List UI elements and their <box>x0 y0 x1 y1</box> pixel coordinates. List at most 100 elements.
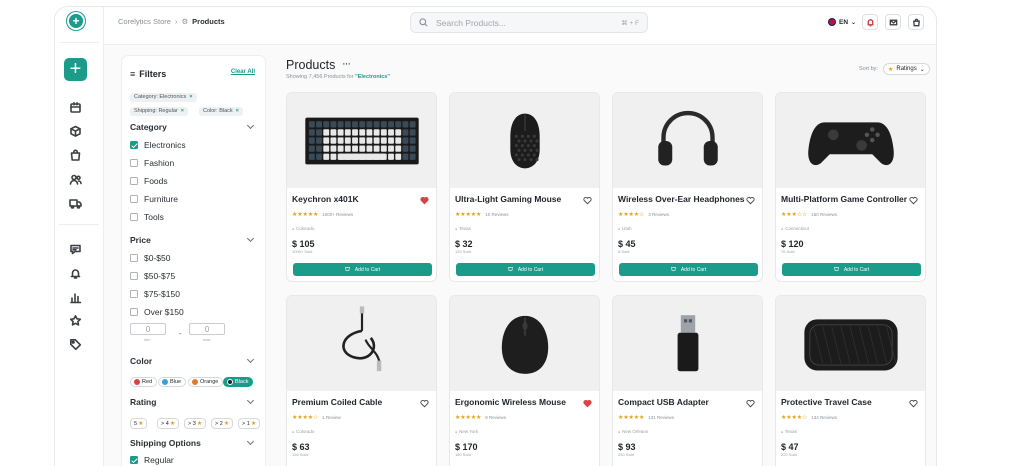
product-name[interactable]: Protective Travel Case <box>781 397 872 407</box>
add-to-cart-button[interactable]: Add to Cart <box>619 263 758 276</box>
add-to-cart-button[interactable]: Add to Cart <box>782 263 921 276</box>
checkbox[interactable] <box>130 213 138 221</box>
rating-option[interactable]: > 3 ★ <box>184 418 207 429</box>
price-option[interactable]: Over $150 <box>130 307 184 317</box>
review-count[interactable]: 134 Reviews <box>811 415 837 420</box>
heart-icon[interactable] <box>909 395 918 408</box>
notifications-button[interactable] <box>862 14 878 30</box>
review-count[interactable]: 8 Reviews <box>485 415 506 420</box>
nav-users-button[interactable] <box>69 173 82 186</box>
nav-bar-chart-button[interactable] <box>69 291 82 304</box>
close-icon[interactable]: × <box>189 94 192 100</box>
color-option[interactable]: Orange <box>188 377 224 387</box>
product-name[interactable]: Wireless Over-Ear Headphones <box>618 194 745 204</box>
chevron-down-icon[interactable] <box>246 355 255 364</box>
checkbox[interactable] <box>130 456 138 464</box>
color-option[interactable]: Red <box>130 377 158 387</box>
checkbox[interactable] <box>130 141 138 149</box>
rating-option[interactable]: > 4 ★ <box>157 418 180 429</box>
category-option[interactable]: Electronics <box>130 140 186 150</box>
product-image[interactable] <box>776 93 925 188</box>
review-count[interactable]: 10 Reviews <box>485 212 508 217</box>
review-count[interactable]: 1000+ Reviews <box>322 212 353 217</box>
review-count[interactable]: 3 Reviews <box>648 212 669 217</box>
product-name[interactable]: Premium Coiled Cable <box>292 397 382 407</box>
rating-option[interactable]: 5 ★ <box>130 418 148 429</box>
heart-icon[interactable] <box>420 395 429 408</box>
add-to-cart-button[interactable]: Add to Cart <box>293 263 432 276</box>
product-card[interactable]: Premium Coiled Cable ★★★★☆ 1 Review ● Colora… <box>286 295 437 466</box>
checkbox[interactable] <box>130 254 138 262</box>
price-option[interactable]: $75-$150 <box>130 289 180 299</box>
product-image[interactable] <box>613 93 762 188</box>
product-image[interactable] <box>450 93 599 188</box>
nav-box-button[interactable] <box>69 125 82 138</box>
active-filter-chip[interactable]: Shipping: Regular × <box>130 107 188 116</box>
price-min-input[interactable]: 0 <box>130 323 166 335</box>
nav-chat-button[interactable] <box>69 243 82 256</box>
price-option[interactable]: $0-$50 <box>130 253 170 263</box>
nav-bell-button[interactable] <box>69 267 82 280</box>
heart-filled-icon[interactable] <box>420 192 429 205</box>
category-option[interactable]: Furniture <box>130 194 178 204</box>
chevron-down-icon[interactable] <box>246 396 255 405</box>
more-options-icon[interactable]: ··· <box>342 58 351 70</box>
create-new-button[interactable]: + <box>64 58 87 81</box>
product-image[interactable] <box>287 93 436 188</box>
breadcrumb-root[interactable]: Corelytics Store <box>118 17 171 26</box>
heart-icon[interactable] <box>583 192 592 205</box>
sort-select[interactable]: ★ Ratings ⌄ <box>883 63 930 75</box>
category-option[interactable]: Tools <box>130 212 164 222</box>
clear-all-link[interactable]: Clear All <box>231 69 255 75</box>
price-max-input[interactable]: 0 <box>189 323 225 335</box>
shipping-option[interactable]: Regular <box>130 455 174 465</box>
chevron-down-icon[interactable] <box>246 234 255 243</box>
review-count[interactable]: 150 Reviews <box>811 212 837 217</box>
checkbox[interactable] <box>130 159 138 167</box>
active-filter-chip[interactable]: Category: Electronics × <box>130 93 197 102</box>
search-input[interactable]: Search Products... ⌘ + F <box>410 12 648 33</box>
product-image[interactable] <box>613 296 762 391</box>
category-option[interactable]: Foods <box>130 176 168 186</box>
cart-button[interactable] <box>908 14 924 30</box>
nav-star-button[interactable] <box>69 314 82 327</box>
product-card[interactable]: Ultra-Light Gaming Mouse ★★★★★ 10 Reviews ●… <box>449 92 600 282</box>
active-filter-chip[interactable]: Color: Black × <box>199 107 243 116</box>
product-card[interactable]: Protective Travel Case ★★★★☆ 134 Reviews ● T… <box>775 295 926 466</box>
logo[interactable]: + <box>66 11 86 31</box>
nav-shopping-bag-button[interactable] <box>69 149 82 162</box>
product-name[interactable]: Ultra-Light Gaming Mouse <box>455 194 561 204</box>
product-card[interactable]: Keychron x401K ★★★★★ 1000+ Reviews ● Colorad… <box>286 92 437 282</box>
nav-calendar-button[interactable] <box>69 101 82 114</box>
language-selector[interactable]: EN ⌄ <box>828 18 856 26</box>
heart-icon[interactable] <box>909 192 918 205</box>
product-card[interactable]: Ergonomic Wireless Mouse ★★★★★ 8 Reviews ● N… <box>449 295 600 466</box>
product-image[interactable] <box>287 296 436 391</box>
chevron-down-icon[interactable] <box>246 437 255 446</box>
checkbox[interactable] <box>130 195 138 203</box>
color-option[interactable]: Blue <box>158 377 187 387</box>
product-image[interactable] <box>450 296 599 391</box>
close-icon[interactable]: × <box>236 108 239 114</box>
product-image[interactable] <box>776 296 925 391</box>
product-card[interactable]: Multi-Platform Game Controller ★★★☆☆ 150 R… <box>775 92 926 282</box>
review-count[interactable]: 1 Review <box>322 415 341 420</box>
category-option[interactable]: Fashion <box>130 158 174 168</box>
product-card[interactable]: Compact USB Adapter ★★★★★ 131 Reviews ● New … <box>612 295 763 466</box>
add-to-cart-button[interactable]: Add to Cart <box>456 263 595 276</box>
rating-option[interactable]: > 1 ★ <box>238 418 261 429</box>
heart-icon[interactable] <box>746 395 755 408</box>
product-name[interactable]: Multi-Platform Game Controller <box>781 194 907 204</box>
checkbox[interactable] <box>130 272 138 280</box>
nav-tag-button[interactable] <box>69 338 82 351</box>
rating-option[interactable]: > 2 ★ <box>211 418 234 429</box>
price-option[interactable]: $50-$75 <box>130 271 175 281</box>
product-name[interactable]: Ergonomic Wireless Mouse <box>455 397 566 407</box>
close-icon[interactable]: × <box>181 108 184 114</box>
chevron-down-icon[interactable] <box>246 121 255 130</box>
nav-truck-button[interactable] <box>69 197 82 210</box>
product-name[interactable]: Compact USB Adapter <box>618 397 709 407</box>
heart-filled-icon[interactable] <box>583 395 592 408</box>
review-count[interactable]: 131 Reviews <box>648 415 674 420</box>
checkbox[interactable] <box>130 177 138 185</box>
